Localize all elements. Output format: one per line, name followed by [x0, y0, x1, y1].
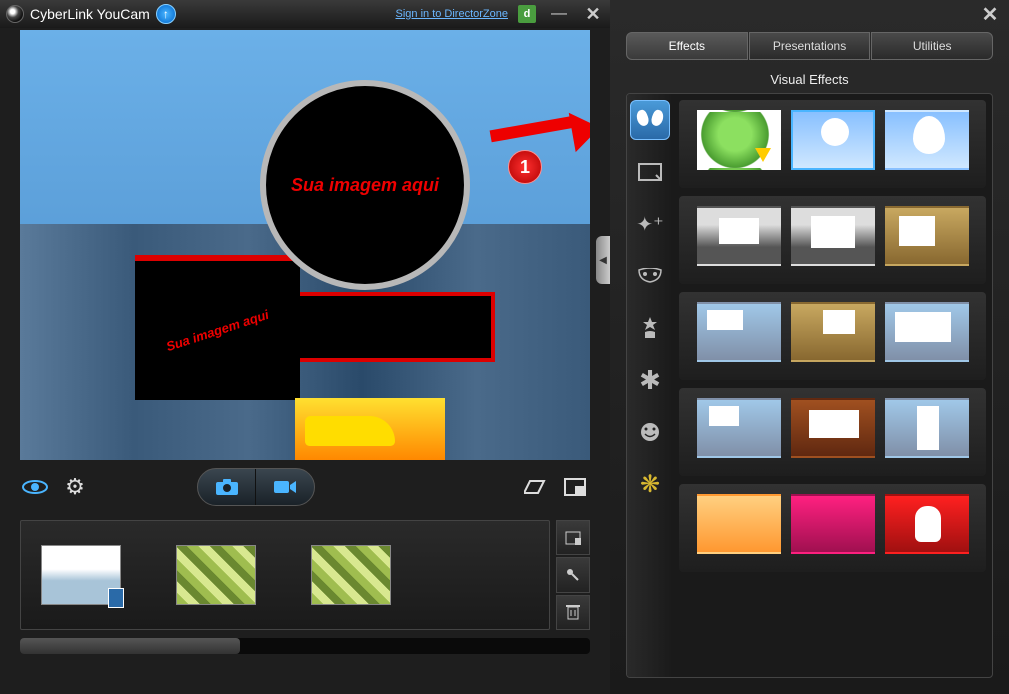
overlay-placeholder-text-2: Sua imagem aqui	[164, 307, 270, 354]
effect-thumb[interactable]	[885, 494, 969, 554]
overlay-placeholder-text-1: Sua imagem aqui	[291, 175, 439, 196]
effects-row	[679, 196, 986, 284]
star-person-icon	[639, 316, 661, 340]
directorzone-icon[interactable]: d	[518, 5, 536, 23]
eye-icon	[22, 478, 48, 496]
scene-billboard-circle: Sua imagem aqui	[260, 80, 470, 290]
settings-button[interactable]: ⚙	[60, 475, 90, 499]
effects-area: ✦⁺ ✱ ❋	[626, 93, 993, 678]
category-scenes[interactable]	[630, 100, 670, 140]
main-window: CyberLink YouCam ↑ Sign in to DirectorZo…	[0, 0, 610, 694]
effect-thumb[interactable]	[791, 206, 875, 266]
erase-icon	[524, 479, 546, 495]
annotation-badge: 1	[508, 150, 542, 184]
share-button[interactable]	[556, 557, 590, 592]
tab-presentations[interactable]: Presentations	[749, 32, 871, 60]
scene-car	[305, 416, 395, 446]
minimize-button[interactable]: —	[548, 5, 570, 23]
mask-icon	[637, 268, 663, 284]
import-icon	[565, 531, 581, 545]
import-button[interactable]	[556, 520, 590, 555]
close-button[interactable]: ✕	[582, 5, 604, 23]
smiley-icon	[639, 421, 661, 443]
scene-billboard-rect: Sua imagem aqui	[135, 255, 300, 400]
erase-button[interactable]	[520, 475, 550, 499]
effect-thumb[interactable]	[697, 302, 781, 362]
signin-link[interactable]: Sign in to DirectorZone	[396, 8, 509, 20]
app-title: CyberLink YouCam	[30, 6, 150, 22]
effects-panel-header: ✕	[610, 0, 1009, 28]
gallery-strip[interactable]	[20, 520, 550, 630]
category-avatars[interactable]	[630, 412, 670, 452]
effects-row	[679, 100, 986, 188]
effects-grid[interactable]	[673, 94, 992, 677]
category-sidebar: ✦⁺ ✱ ❋	[627, 94, 673, 677]
splat-icon: ✱	[639, 365, 661, 396]
upload-button[interactable]: ↑	[156, 4, 176, 24]
effect-thumb[interactable]	[791, 398, 875, 458]
tab-utilities[interactable]: Utilities	[871, 32, 993, 60]
scrollbar-thumb[interactable]	[20, 638, 240, 654]
scene-billboard-rect2	[295, 292, 495, 362]
effects-row	[679, 484, 986, 572]
snapshot-button[interactable]	[198, 469, 256, 505]
app-icon	[6, 5, 24, 23]
category-particles[interactable]: ❋	[630, 464, 670, 504]
tab-effects[interactable]: Effects	[626, 32, 748, 60]
pip-button[interactable]	[560, 475, 590, 499]
trash-icon	[566, 604, 580, 620]
effect-thumb[interactable]	[697, 110, 781, 170]
category-gadgets[interactable]: ✱	[630, 360, 670, 400]
title-bar: CyberLink YouCam ↑ Sign in to DirectorZo…	[0, 0, 610, 28]
gallery-thumb[interactable]	[311, 545, 391, 605]
upload-icon: ↑	[163, 7, 169, 21]
effect-thumb[interactable]	[791, 110, 875, 170]
effect-thumb[interactable]	[697, 494, 781, 554]
panel-close-button[interactable]: ✕	[979, 5, 1001, 23]
effect-thumb[interactable]	[791, 494, 875, 554]
capture-group	[197, 468, 315, 506]
gear-icon: ⚙	[65, 474, 85, 500]
effect-thumb[interactable]	[697, 398, 781, 458]
category-emotions[interactable]	[630, 308, 670, 348]
category-distortions[interactable]	[630, 256, 670, 296]
delete-button[interactable]	[556, 595, 590, 630]
panel-expand-tab[interactable]: ◀	[596, 236, 610, 284]
webcam-preview: Sua imagem aqui Sua imagem aqui 1	[20, 30, 590, 460]
pip-icon	[564, 478, 586, 496]
effect-thumb[interactable]	[885, 398, 969, 458]
effect-thumb[interactable]	[885, 302, 969, 362]
gallery-thumb[interactable]	[176, 545, 256, 605]
record-button[interactable]	[256, 469, 314, 505]
butterfly-icon	[637, 110, 663, 130]
effects-row	[679, 388, 986, 476]
expand-icon: ◀	[599, 255, 607, 266]
gallery	[20, 520, 590, 630]
effect-thumb[interactable]	[697, 206, 781, 266]
flower-icon: ❋	[640, 470, 660, 499]
gallery-actions	[556, 520, 590, 630]
frame-icon	[638, 163, 662, 181]
gallery-scrollbar[interactable]	[20, 638, 590, 654]
effects-panel: ✕ Effects Presentations Utilities Visual…	[610, 0, 1009, 694]
pin-icon	[566, 568, 580, 582]
panel-tabs: Effects Presentations Utilities	[626, 32, 993, 60]
wand-icon: ✦⁺	[636, 212, 663, 237]
camera-icon	[215, 478, 239, 496]
effect-thumb[interactable]	[885, 206, 969, 266]
section-title: Visual Effects	[610, 64, 1009, 93]
gallery-thumb[interactable]	[41, 545, 121, 605]
preview-toggle-button[interactable]	[20, 475, 50, 499]
category-frames[interactable]	[630, 152, 670, 192]
category-filters[interactable]: ✦⁺	[630, 204, 670, 244]
scene-car-billboard	[295, 398, 445, 460]
annotation-arrow	[490, 115, 590, 155]
controls-bar: ⚙	[0, 464, 610, 510]
effects-row	[679, 292, 986, 380]
video-icon	[273, 479, 297, 495]
effect-thumb[interactable]	[885, 110, 969, 170]
effect-thumb[interactable]	[791, 302, 875, 362]
video-badge-icon	[108, 588, 124, 608]
